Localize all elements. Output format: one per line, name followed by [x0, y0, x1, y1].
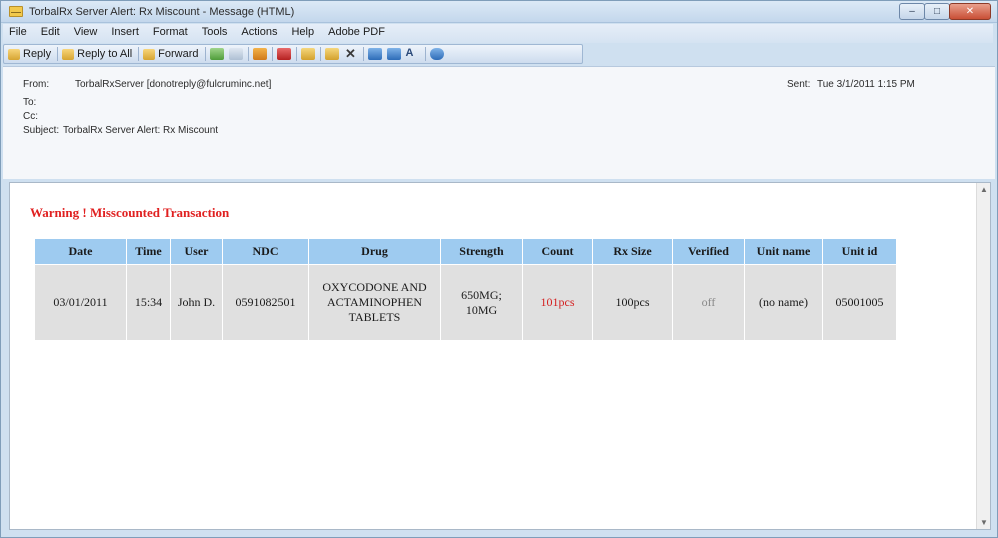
col-user: User — [170, 238, 223, 265]
reply-all-button[interactable]: Reply to All — [62, 48, 132, 60]
categorize-icon[interactable] — [252, 48, 267, 60]
next-item-icon[interactable] — [386, 48, 401, 60]
cell-rx-size: 100pcs — [592, 264, 673, 341]
cell-unit-id: 05001005 — [822, 264, 897, 341]
reply-button[interactable]: Reply — [8, 48, 51, 60]
menu-view[interactable]: View — [74, 26, 98, 38]
help-icon[interactable] — [429, 48, 444, 60]
col-drug: Drug — [308, 238, 441, 265]
scroll-down-arrow-icon[interactable]: ▼ — [980, 518, 988, 527]
table-header-row: Date Time User NDC Drug Strength Count R… — [34, 238, 897, 265]
col-verified: Verified — [672, 238, 745, 265]
window-controls: – □ ✕ — [899, 3, 991, 20]
cell-count: 101pcs — [522, 264, 593, 341]
from-label: From: — [23, 79, 50, 90]
move-icon[interactable] — [228, 48, 243, 60]
col-rx-size: Rx Size — [592, 238, 673, 265]
previous-item-icon[interactable] — [367, 48, 382, 60]
toolbar-separator — [247, 47, 249, 61]
junk-folder-icon[interactable] — [300, 48, 315, 60]
reply-all-label: Reply to All — [77, 48, 133, 60]
col-ndc: NDC — [222, 238, 309, 265]
menu-format[interactable]: Format — [153, 26, 188, 38]
toolbar-separator — [319, 47, 321, 61]
cell-date: 03/01/2011 — [34, 264, 127, 341]
cell-unit-name: (no name) — [744, 264, 823, 341]
forward-label: Forward — [158, 48, 199, 60]
delete-icon[interactable]: ✕ — [344, 47, 358, 60]
cell-user: John D. — [170, 264, 223, 341]
window-title: TorbalRx Server Alert: Rx Miscount - Mes… — [29, 6, 295, 18]
cell-verified: off — [672, 264, 745, 341]
table-row: 03/01/2011 15:34 John D. 0591082501 OXYC… — [34, 264, 897, 341]
menu-tools[interactable]: Tools — [202, 26, 228, 38]
toolbar-separator — [362, 47, 364, 61]
title-bar: TorbalRx Server Alert: Rx Miscount - Mes… — [1, 1, 997, 23]
message-header: From: TorbalRxServer [donotreply@fulcrum… — [3, 66, 995, 179]
col-unit-name: Unit name — [744, 238, 823, 265]
print-icon[interactable] — [209, 48, 224, 60]
cell-ndc: 0591082501 — [222, 264, 309, 341]
reply-all-icon — [62, 48, 75, 60]
transaction-table: Date Time User NDC Drug Strength Count R… — [34, 238, 897, 341]
font-size-icon[interactable]: A — [406, 48, 420, 60]
reply-icon — [8, 48, 20, 60]
sent-value: Tue 3/1/2011 1:15 PM — [817, 79, 915, 90]
subject-value: TorbalRx Server Alert: Rx Miscount — [63, 125, 219, 136]
menu-help[interactable]: Help — [291, 26, 314, 38]
menu-insert[interactable]: Insert — [111, 26, 139, 38]
to-label: To: — [23, 97, 37, 108]
toolbar-separator — [295, 47, 297, 61]
menu-items: File Edit View Insert Format Tools Actio… — [9, 26, 399, 38]
menu-edit[interactable]: Edit — [41, 26, 60, 38]
follow-up-flag-icon[interactable] — [276, 48, 291, 60]
vertical-scrollbar[interactable]: ▲ ▼ — [976, 183, 990, 529]
minimize-button[interactable]: – — [899, 3, 925, 20]
cell-time: 15:34 — [126, 264, 171, 341]
reply-label: Reply — [23, 48, 52, 60]
cell-drug: OXYCODONE AND ACTAMINOPHEN TABLETS — [308, 264, 441, 341]
menu-adobe-pdf[interactable]: Adobe PDF — [328, 26, 385, 38]
toolbar-separator — [424, 47, 426, 61]
sent-label: Sent: — [787, 79, 811, 90]
find-icon[interactable] — [324, 48, 339, 60]
scroll-up-arrow-icon[interactable]: ▲ — [980, 185, 988, 194]
toolbar-separator — [204, 47, 206, 61]
forward-button[interactable]: Forward — [143, 48, 199, 60]
maximize-button[interactable]: □ — [924, 3, 950, 20]
forward-icon — [143, 48, 156, 60]
subject-label: Subject: — [23, 125, 60, 136]
warning-heading: Warning ! Misscounted Transaction — [30, 205, 230, 220]
cell-strength: 650MG; 10MG — [440, 264, 523, 341]
col-date: Date — [34, 238, 127, 265]
toolbar-separator — [138, 47, 140, 61]
col-time: Time — [126, 238, 171, 265]
envelope-icon — [9, 6, 23, 17]
close-button[interactable]: ✕ — [949, 3, 991, 20]
message-body: Warning ! Misscounted Transaction Date T… — [9, 182, 991, 530]
cc-label: Cc: — [23, 111, 38, 122]
toolbar-separator — [57, 47, 59, 61]
menu-actions[interactable]: Actions — [241, 26, 277, 38]
col-count: Count — [522, 238, 593, 265]
outlook-message-window: TorbalRx Server Alert: Rx Miscount - Mes… — [0, 0, 998, 538]
col-unit-id: Unit id — [822, 238, 897, 265]
toolbar: Reply Reply to All Forward ✕ A — [3, 44, 583, 64]
from-value[interactable]: TorbalRxServer [donotreply@fulcruminc.ne… — [75, 79, 271, 90]
toolbar-separator — [271, 47, 273, 61]
col-strength: Strength — [440, 238, 523, 265]
menu-file[interactable]: File — [9, 26, 27, 38]
